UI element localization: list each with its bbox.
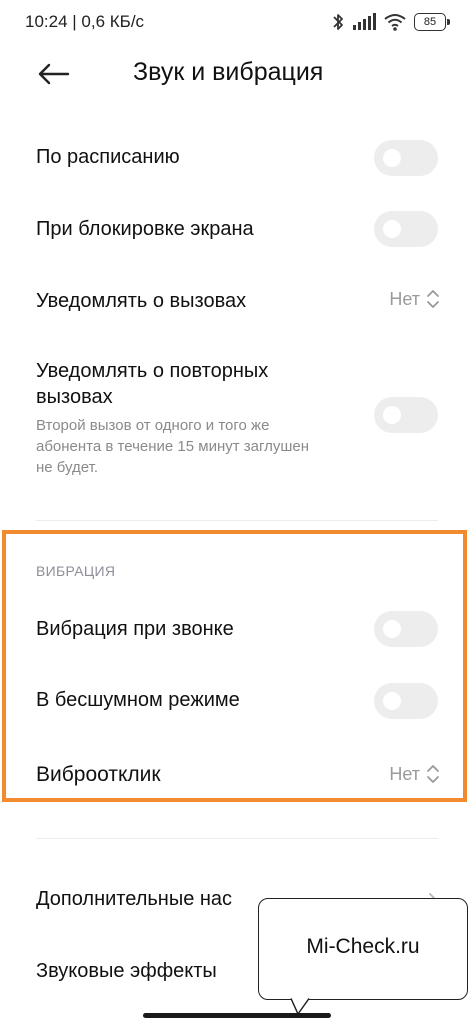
battery-icon: 85 (414, 13, 450, 31)
setting-label: Звуковые эффекты (36, 960, 217, 982)
toggle-knob (383, 149, 401, 167)
setting-label: Дополнительные нас (36, 888, 233, 910)
setting-label: Уведомлять о вызовах (36, 290, 247, 312)
setting-row-lock-screen[interactable]: При блокировке экрана (0, 210, 474, 250)
setting-description-line1: Второй вызов от одного и того же (36, 417, 270, 434)
watermark-text: Mi-Check.ru (306, 935, 420, 958)
select-value: Нет (389, 288, 420, 309)
setting-description-line2: абонента в течение 15 минут заглушен (36, 438, 310, 455)
lock-screen-toggle[interactable] (374, 211, 438, 247)
chevron-up-down-icon (427, 290, 439, 308)
signal-icon (353, 13, 376, 30)
bluetooth-icon (333, 14, 343, 30)
divider (36, 520, 438, 521)
page-title: Звук и вибрация (133, 58, 324, 86)
call-notify-select[interactable]: Нет (389, 288, 440, 310)
status-bar: 10:24 | 0,6 КБ/с 85 (0, 0, 474, 44)
setting-label-line2: вызовах (36, 386, 113, 408)
divider (36, 838, 438, 839)
setting-row-repeat-calls[interactable]: Уведомлять о повторных вызовах Второй вы… (0, 358, 474, 478)
setting-label-line1: Уведомлять о повторных (36, 360, 269, 382)
setting-row-schedule[interactable]: По расписанию (0, 138, 474, 178)
highlight-frame (2, 530, 467, 802)
setting-description-line3: не будет. (36, 459, 99, 476)
toggle-knob (383, 406, 401, 424)
home-indicator[interactable] (143, 1013, 331, 1018)
watermark-bubble: Mi-Check.ru (258, 898, 468, 1000)
setting-label: При блокировке экрана (36, 218, 254, 240)
repeat-calls-toggle[interactable] (374, 397, 438, 433)
setting-row-call-notify[interactable]: Уведомлять о вызовах Нет (0, 282, 474, 322)
setting-label: По расписанию (36, 146, 180, 168)
status-time-speed: 10:24 | 0,6 КБ/с (25, 12, 145, 31)
arrow-left-icon[interactable] (36, 62, 70, 86)
app-header: Звук и вибрация (0, 50, 474, 100)
toggle-knob (383, 220, 401, 238)
status-icons: 85 (332, 12, 450, 32)
wifi-icon (384, 14, 406, 31)
schedule-toggle[interactable] (374, 140, 438, 176)
